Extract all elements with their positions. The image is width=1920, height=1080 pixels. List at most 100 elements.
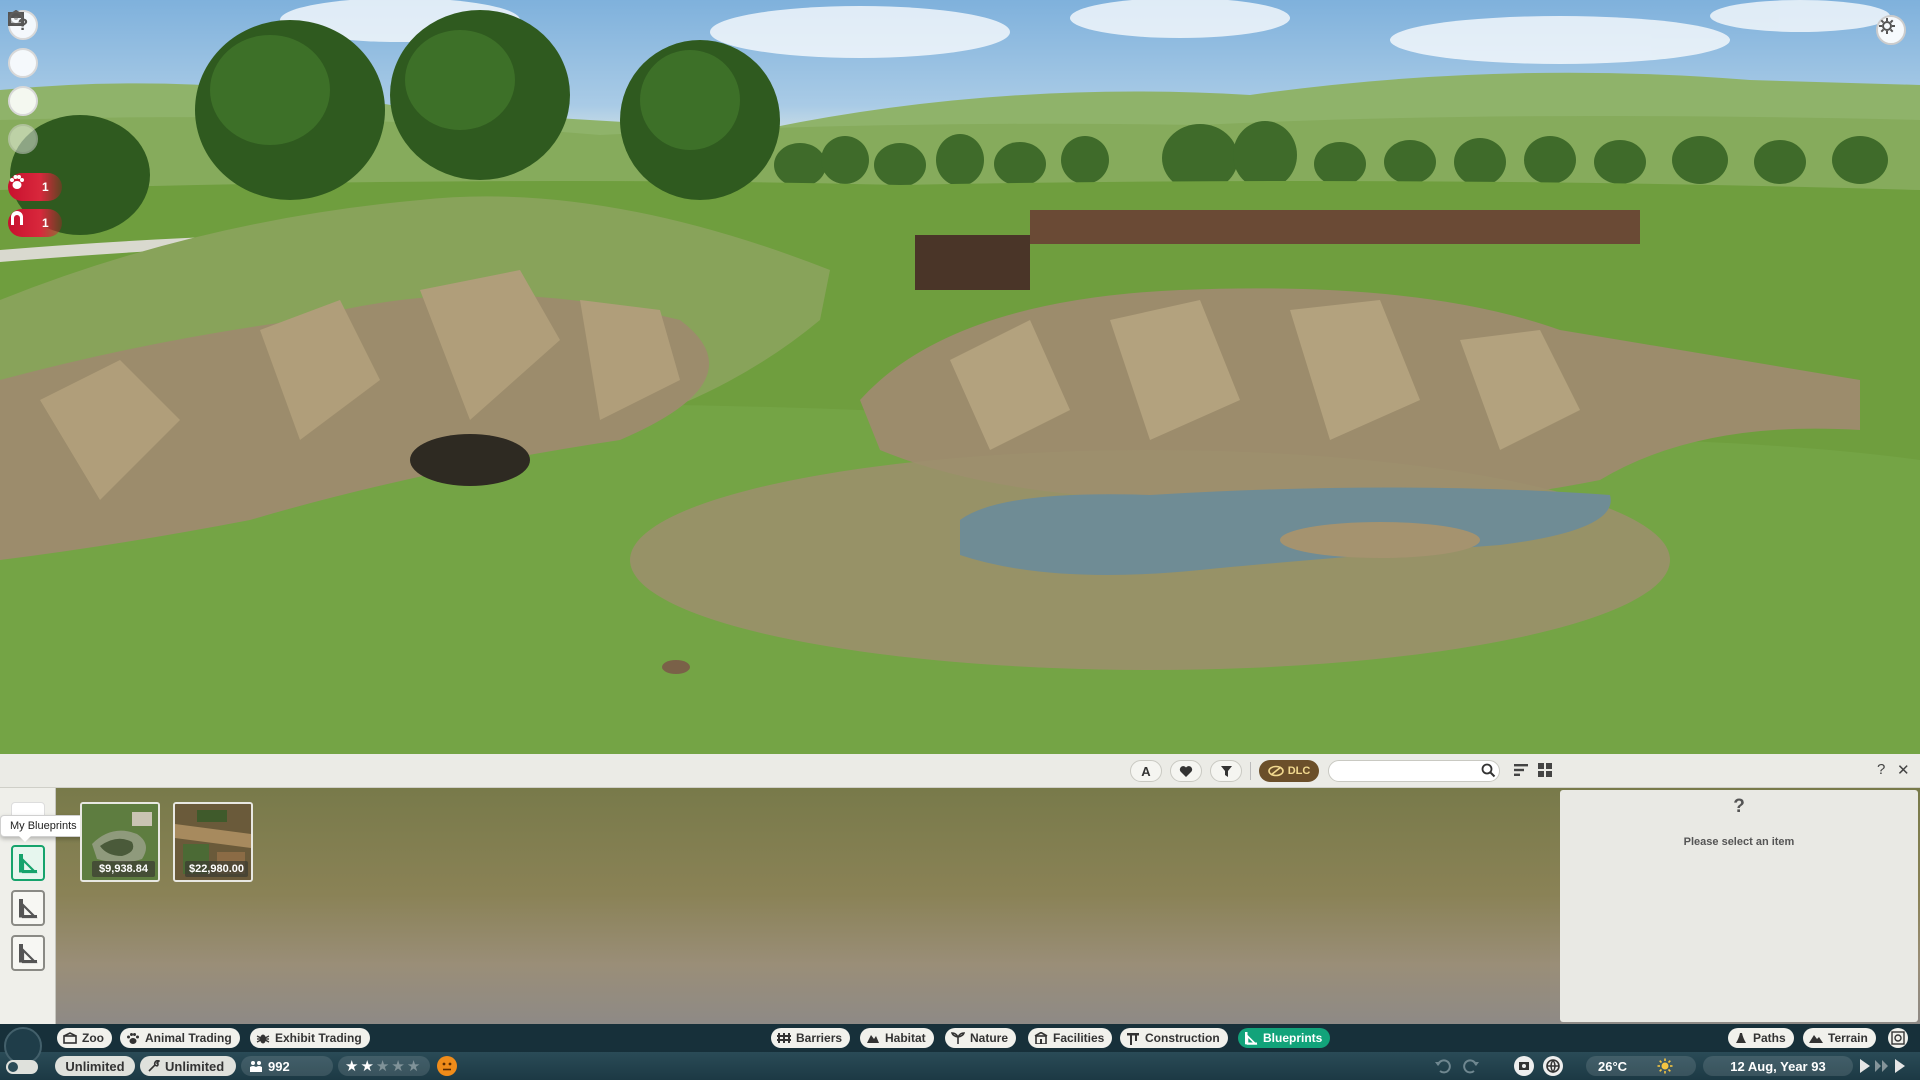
animal-alert-badge[interactable]: 1 (8, 173, 62, 201)
tab-label: Habitat (885, 1031, 926, 1045)
target-button[interactable] (8, 11, 38, 154)
question-icon: ? (1733, 796, 1745, 817)
date-display[interactable]: 12 Aug, Year 93 (1703, 1056, 1853, 1076)
tab-label: Animal Trading (145, 1031, 232, 1045)
browser-toolbar: A DLC ? ✕ (0, 754, 1920, 788)
guests-icon (250, 1060, 262, 1072)
blueprint-icon (19, 944, 38, 964)
current-date: 12 Aug, Year 93 (1730, 1058, 1826, 1074)
category-bar: Zoo Animal Trading Exhibit Trading Barri… (0, 1024, 1920, 1052)
calendar-button[interactable] (8, 12, 38, 116)
tab-barriers[interactable]: Barriers (771, 1028, 851, 1048)
tab-blueprints[interactable]: Blueprints (1238, 1028, 1331, 1048)
construction-icon (1127, 1032, 1139, 1045)
sort-list-icon[interactable] (1514, 763, 1528, 777)
barrier-icon (777, 1033, 791, 1043)
research-value: Unlimited (165, 1058, 225, 1074)
tab-label: Barriers (796, 1031, 843, 1045)
zoo-icon (63, 1032, 77, 1044)
dlc-filter-button[interactable]: DLC (1259, 760, 1319, 782)
guest-mood-icon[interactable] (437, 1056, 457, 1076)
tab-construction[interactable]: Construction (1120, 1028, 1228, 1048)
tab-label: Construction (1145, 1031, 1220, 1045)
heatmap-button[interactable] (1543, 1056, 1563, 1076)
play-icon[interactable] (1893, 1057, 1907, 1075)
filter-button[interactable] (1210, 760, 1242, 782)
tab-label: Nature (970, 1031, 1009, 1045)
money-value: Unlimited (65, 1058, 125, 1074)
heart-icon (1179, 765, 1193, 777)
info-message: Please select an item (1683, 836, 1795, 848)
sun-icon (1657, 1058, 1673, 1074)
grid-view-icon[interactable] (1538, 763, 1552, 777)
gear-icon (1879, 18, 1895, 34)
zoo-rating[interactable]: ★ ★ ★ ★ ★ (338, 1056, 430, 1076)
guest-count-display[interactable]: 992 (241, 1056, 333, 1076)
tab-label: Zoo (82, 1031, 104, 1045)
tab-label: Facilities (1053, 1031, 1105, 1045)
panel-help-button[interactable]: ? (1877, 761, 1885, 778)
wrench-icon (148, 1060, 160, 1072)
paw-icon (8, 173, 36, 201)
sort-alpha-button[interactable]: A (1130, 760, 1162, 782)
ui-toggle[interactable] (6, 1060, 38, 1074)
money-display[interactable]: Unlimited (55, 1056, 135, 1076)
tab-paths[interactable]: Paths (1728, 1028, 1794, 1048)
panel-close-button[interactable]: ✕ (1897, 761, 1910, 779)
blueprint-icon (19, 854, 38, 874)
tab-label: Paths (1753, 1031, 1786, 1045)
guest-count: 992 (268, 1058, 290, 1074)
tab-default-blueprints[interactable] (11, 935, 45, 971)
rating-stars: ★ ★ ★ ★ ★ (344, 1057, 421, 1075)
star-filled-icon: ★ (345, 1058, 359, 1075)
search-icon[interactable] (1481, 763, 1496, 778)
bug-icon (256, 1034, 270, 1043)
settings-button[interactable] (1876, 15, 1906, 45)
terrain-icon (1809, 1035, 1823, 1043)
tab-my-blueprints[interactable] (11, 845, 45, 881)
camera-icon (1519, 1062, 1529, 1070)
tab-label: Exhibit Trading (275, 1031, 362, 1045)
undo-icon[interactable] (1434, 1057, 1452, 1075)
tab-terrain[interactable]: Terrain (1803, 1028, 1876, 1048)
blueprint-icon (19, 899, 38, 919)
globe-icon (1546, 1059, 1560, 1074)
camera-mode-button[interactable] (1514, 1056, 1534, 1076)
weather-display[interactable]: 26°C (1586, 1056, 1696, 1076)
fast-forward-icon[interactable] (1874, 1057, 1890, 1075)
tab-label: Terrain (1828, 1031, 1868, 1045)
alphabet-icon: A (1141, 763, 1151, 779)
tab-zoo[interactable]: Zoo (57, 1028, 112, 1048)
blueprint-item[interactable]: $9,938.84 (80, 802, 160, 882)
item-price: $22,980.00 (185, 861, 248, 877)
photo-mode-button[interactable] (1888, 1028, 1908, 1048)
tab-facilities[interactable]: Facilities (1028, 1028, 1113, 1048)
tooltip: My Blueprints (0, 815, 87, 842)
game-viewport[interactable]: ? 1 1 (0, 0, 1920, 754)
redo-icon[interactable] (1462, 1057, 1480, 1075)
star-empty-icon: ★ (406, 1058, 421, 1075)
dlc-icon (1267, 765, 1284, 777)
hud-left: ? 1 1 (8, 10, 62, 237)
favourites-filter-button[interactable] (1170, 760, 1202, 782)
toolbar-divider (1250, 762, 1251, 780)
tab-animal-trading[interactable]: Animal Trading (120, 1028, 240, 1048)
blueprint-item[interactable]: $22,980.00 (173, 802, 253, 882)
dlc-label: DLC (1287, 765, 1311, 777)
staff-alert-badge[interactable]: 1 (8, 209, 62, 237)
zoo-overview-button[interactable] (8, 10, 38, 78)
star-empty-icon: ★ (375, 1058, 390, 1075)
tab-nature[interactable]: Nature (945, 1028, 1017, 1048)
staff-alert-count: 1 (42, 216, 49, 230)
search-input[interactable] (1328, 760, 1500, 782)
tab-exhibit-trading[interactable]: Exhibit Trading (250, 1028, 370, 1048)
tab-workshop-blueprints[interactable] (11, 890, 45, 926)
play-icon[interactable] (1858, 1057, 1872, 1075)
status-bar: Unlimited Unlimited 992 ★ ★ ★ ★ ★ 26°C 12 Au… (0, 1052, 1920, 1080)
facilities-icon (1034, 1032, 1048, 1044)
target-icon (9, 11, 23, 25)
research-display[interactable]: Unlimited (140, 1056, 236, 1076)
camera-icon (1891, 1031, 1905, 1045)
tab-habitat[interactable]: Habitat (860, 1028, 934, 1048)
funnel-icon (1220, 765, 1232, 777)
